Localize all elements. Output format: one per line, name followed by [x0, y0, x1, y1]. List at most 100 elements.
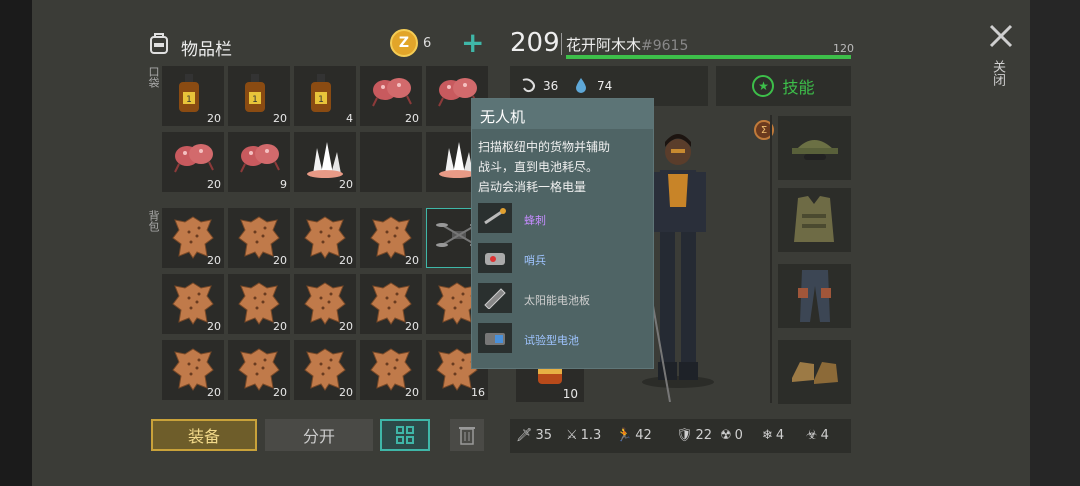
tooltip-desc-line2: 战斗，直到电池耗尽。 — [478, 160, 599, 174]
cold-stat: ❄ 4 — [762, 428, 784, 443]
tooltip-desc-line3: 启动会消耗一格电量 — [478, 180, 587, 194]
inventory-title: 物品栏 — [181, 40, 232, 60]
crystal-icon — [303, 138, 347, 182]
star-icon: ★ — [752, 75, 775, 97]
meat-icon — [171, 138, 217, 180]
slot-qty: 20 — [339, 178, 353, 191]
pocket-slot[interactable]: 20 — [162, 132, 224, 192]
add-coins-button[interactable]: + — [461, 26, 484, 59]
svg-text:1: 1 — [252, 95, 258, 105]
equip-button[interactable]: 装备 — [151, 419, 257, 451]
slot-qty: 20 — [207, 386, 221, 399]
tooltip-component-label: 试验型电池 — [524, 334, 579, 347]
equip-slot-legs[interactable] — [778, 264, 851, 328]
pocket-slot[interactable]: 20 — [360, 66, 422, 126]
slot-qty: 20 — [339, 254, 353, 267]
pocket-slot[interactable]: 1 20 — [228, 66, 290, 126]
running-icon: 🏃 — [616, 428, 633, 443]
water-drop-icon — [574, 77, 588, 97]
close-button[interactable] — [987, 22, 1015, 50]
tooltip-desc-line1: 扫描枢纽中的货物并辅助 — [478, 140, 611, 154]
skills-button[interactable]: ★ 技能 — [716, 66, 851, 106]
meat-icon — [237, 138, 283, 180]
backpack-slot[interactable]: 20 — [162, 208, 224, 268]
backpack-slot[interactable]: 20 — [228, 274, 290, 334]
slot-qty: 20 — [273, 254, 287, 267]
biohazard-icon: ☣ — [806, 428, 818, 443]
trash-icon — [459, 427, 475, 445]
health-value: 120 — [833, 42, 854, 55]
tooltip-component-icon — [478, 203, 512, 233]
backpack-label: 背包 — [147, 210, 160, 232]
player-name: 花开阿木木 — [566, 36, 642, 54]
shield-icon: 🛡 — [676, 428, 693, 443]
thirst-value: 74 — [597, 79, 613, 93]
sword-icon: 🗡 — [516, 428, 533, 443]
slot-qty: 9 — [280, 178, 287, 191]
slot-qty: 20 — [405, 254, 419, 267]
slot-qty: 20 — [405, 112, 419, 125]
backpack-slot[interactable]: 20 — [294, 340, 356, 400]
pants-icon — [798, 270, 831, 322]
equip-slot-head[interactable] — [778, 116, 851, 180]
equip-slot-feet[interactable] — [778, 340, 851, 404]
backpack-slot[interactable]: 20 — [360, 208, 422, 268]
bottle-icon: 1 — [237, 72, 273, 120]
health-bar-fill — [566, 55, 851, 59]
tooltip-component-icon — [478, 243, 512, 273]
backpack-slot[interactable]: 20 — [162, 340, 224, 400]
svg-text:1: 1 — [318, 95, 324, 105]
radiation-value: 0 — [734, 428, 743, 443]
pocket-slot[interactable]: 9 — [228, 132, 290, 192]
can-qty: 10 — [562, 387, 578, 401]
close-label[interactable]: 关闭 — [990, 60, 1007, 86]
move-stat: 🏃 42 — [616, 428, 652, 443]
grid-icon — [396, 426, 414, 444]
coin-count: 6 — [423, 36, 432, 51]
radiation-stat: ☢ 0 — [720, 428, 743, 443]
player-tag: #9615 — [641, 38, 689, 54]
trash-button[interactable] — [450, 419, 484, 451]
backpack-slot[interactable]: 20 — [360, 274, 422, 334]
slot-qty: 20 — [207, 178, 221, 191]
pocket-slot[interactable]: 1 20 — [162, 66, 224, 126]
tooltip-title: 无人机 — [480, 108, 526, 126]
equip-divider — [770, 115, 772, 403]
tooltip-component-icon — [478, 283, 512, 313]
backpack-slot[interactable]: 20 — [228, 340, 290, 400]
slot-qty: 20 — [207, 112, 221, 125]
slot-qty: 20 — [207, 320, 221, 333]
hunger-value: 36 — [543, 79, 559, 93]
tooltip-component-label: 哨兵 — [524, 254, 546, 267]
backpack-slot[interactable]: 20 — [294, 208, 356, 268]
backpack-slot[interactable]: 20 — [228, 208, 290, 268]
health-bar — [566, 55, 851, 59]
player-level: 209 — [510, 28, 560, 58]
slot-qty: 20 — [273, 320, 287, 333]
backpack-slot[interactable]: 20 — [294, 274, 356, 334]
speed-value: 1.3 — [580, 428, 602, 443]
bottle-icon: 1 — [303, 72, 339, 120]
snowflake-icon: ❄ — [762, 428, 773, 443]
backpack-slot[interactable]: 20 — [360, 340, 422, 400]
player-name-row: 花开阿木木#9615 — [566, 34, 688, 55]
pocket-label: 口袋 — [147, 66, 160, 88]
slot-qty: 20 — [339, 320, 353, 333]
slot-qty: 20 — [405, 320, 419, 333]
armor-stat: 🛡 22 — [676, 428, 712, 443]
boots-icon — [792, 362, 838, 384]
backpack-icon — [146, 30, 172, 56]
slot-qty: 20 — [405, 386, 419, 399]
slot-qty: 20 — [207, 254, 221, 267]
pocket-slot[interactable] — [360, 132, 422, 192]
cold-value: 4 — [775, 428, 785, 443]
meat-icon — [369, 72, 415, 114]
pocket-slot[interactable]: 20 — [294, 132, 356, 192]
stomach-icon — [520, 76, 538, 98]
equip-slot-body[interactable] — [778, 188, 851, 252]
sort-grid-button[interactable] — [380, 419, 430, 451]
pocket-slot[interactable]: 14 — [294, 66, 356, 126]
backpack-slot[interactable]: 20 — [162, 274, 224, 334]
vest-icon — [794, 196, 834, 242]
split-button[interactable]: 分开 — [265, 419, 373, 451]
